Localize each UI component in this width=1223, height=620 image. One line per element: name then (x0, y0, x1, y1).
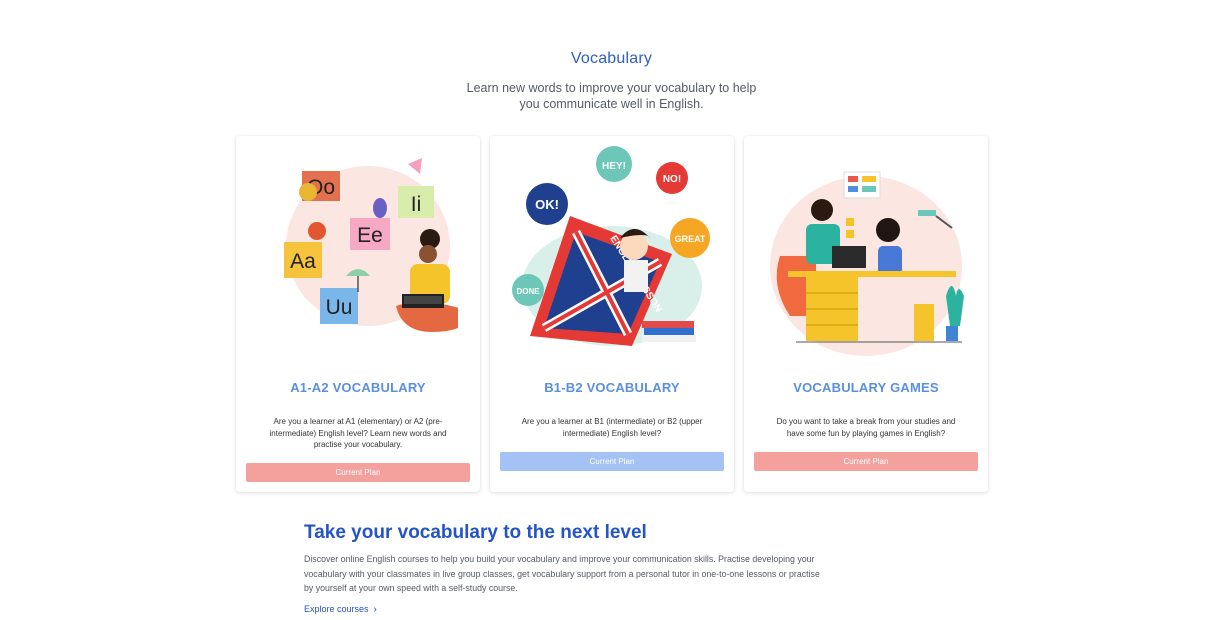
promo-title: Take your vocabulary to the next level (304, 522, 647, 543)
explore-courses-label: Explore courses (304, 603, 369, 614)
page-title: Vocabulary (570, 50, 653, 67)
learner-with-letters-illustration: Oo Ii Ee Aa Uu (284, 158, 458, 332)
svg-text:GREAT: GREAT (675, 234, 706, 244)
card-title: A1-A2 VOCABULARY (290, 380, 426, 395)
card-description: Are you a learner at A1 (elementary) or … (269, 417, 447, 449)
course-cards: Oo Ii Ee Aa Uu A1-A2 VOCABULARY Are you … (236, 136, 988, 492)
current-plan-button[interactable]: Current Plan (500, 452, 724, 471)
explore-courses-link[interactable]: Explore courses › (304, 604, 377, 615)
current-plan-button[interactable]: Current Plan (246, 463, 470, 482)
current-plan-button[interactable]: Current Plan (754, 452, 978, 471)
svg-text:Ii: Ii (411, 193, 422, 216)
promo-text: Discover online English courses to help … (304, 554, 820, 593)
svg-text:OK!: OK! (535, 197, 559, 212)
svg-text:NO!: NO! (663, 174, 681, 185)
svg-text:Aa: Aa (290, 250, 316, 273)
svg-text:Uu: Uu (326, 296, 353, 319)
english-lesson-book-illustration: ENGLISH LESSON HEY! NO! OK! GREAT DONE (512, 146, 710, 346)
card-title: VOCABULARY GAMES (793, 380, 939, 395)
card-a1-a2-vocabulary[interactable]: Oo Ii Ee Aa Uu A1-A2 VOCABULARY Are you … (236, 136, 480, 492)
svg-text:DONE: DONE (516, 287, 540, 296)
card-description: Are you a learner at B1 (intermediate) o… (521, 417, 703, 438)
card-b1-b2-vocabulary[interactable]: ENGLISH LESSON HEY! NO! OK! GREAT DONE B… (490, 136, 734, 492)
card-description: Do you want to take a break from your st… (776, 417, 956, 438)
page-header: Vocabulary Learn new words to improve yo… (0, 50, 1223, 112)
card-title: B1-B2 VOCABULARY (544, 380, 680, 395)
parent-and-child-at-desk-illustration (770, 171, 964, 356)
card-vocabulary-games[interactable]: VOCABULARY GAMES Do you want to take a b… (744, 136, 988, 492)
chevron-right-icon: › (373, 603, 377, 615)
svg-text:HEY!: HEY! (602, 161, 626, 172)
page-subtitle: Learn new words to improve your vocabula… (466, 81, 757, 111)
svg-text:Ee: Ee (357, 224, 383, 247)
promo-section: Take your vocabulary to the next level D… (304, 522, 824, 617)
